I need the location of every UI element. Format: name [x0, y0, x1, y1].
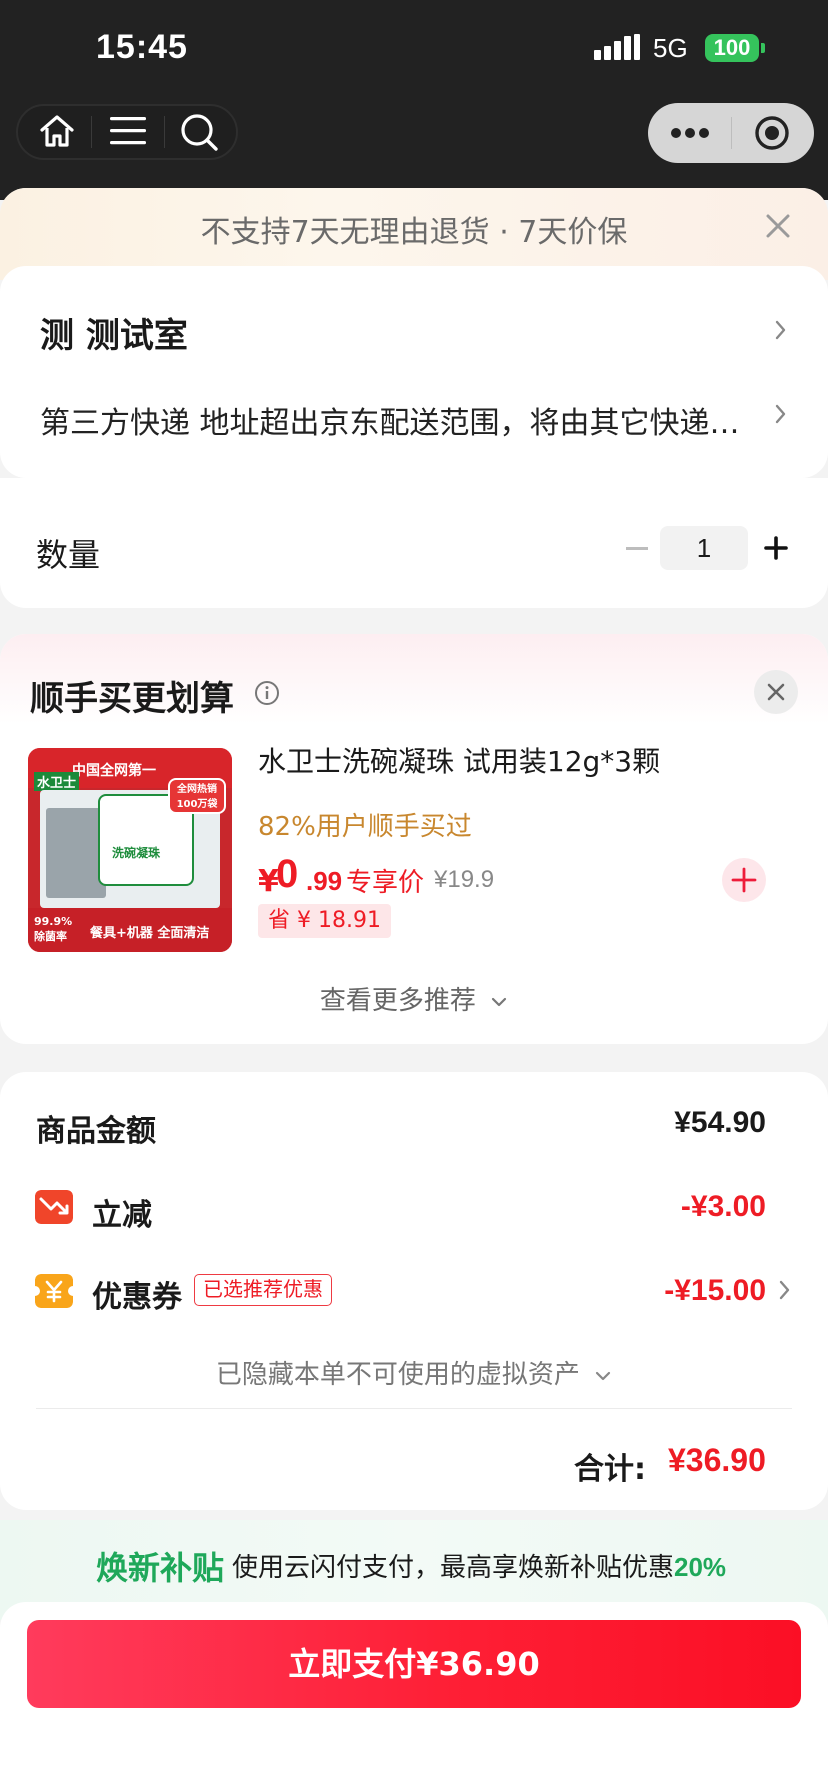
add-product-button[interactable] — [722, 858, 766, 902]
goods-amount: ¥54.90 — [674, 1106, 766, 1139]
capsule-divider — [731, 117, 732, 149]
battery-icon: 100 — [705, 34, 759, 62]
shipping-info[interactable]: 第三方快递 地址超出京东配送范围，将由其它快递配送 — [40, 398, 740, 442]
original-price: ¥19.9 — [434, 866, 495, 893]
nav-divider — [164, 116, 165, 148]
instant-discount-label: 立减 — [92, 1198, 152, 1233]
quantity-input[interactable]: 1 — [660, 526, 748, 570]
image-bottom-text: 餐具+机器 全面清洁 — [90, 926, 210, 941]
store-name: 测 测试室 — [40, 316, 188, 356]
battery-nub — [761, 43, 765, 53]
coupon-recommended-tag: 已选推荐优惠 — [194, 1274, 332, 1306]
price-integer: 0 — [276, 852, 299, 896]
subsidy-description: 使用云闪付支付，最高享焕新补贴优惠20% — [232, 1547, 726, 1584]
image-brand: 水卫士 — [34, 772, 80, 791]
home-icon[interactable] — [38, 112, 76, 150]
total-amount: ¥36.90 — [668, 1442, 766, 1478]
more-recommendations-label: 查看更多推荐 — [319, 986, 476, 1016]
discount-arrow-icon — [35, 1190, 73, 1224]
chevron-right-icon — [775, 404, 786, 424]
address-card[interactable] — [0, 266, 828, 478]
subsidy-percent: 20% — [674, 1552, 727, 1582]
coupon-icon — [35, 1274, 73, 1308]
status-time: 15:45 — [96, 28, 188, 66]
hidden-assets-label: 已隐藏本单不可使用的虚拟资产 — [215, 1360, 580, 1390]
coupon-label[interactable]: 优惠券 — [92, 1272, 182, 1316]
image-left-text: 99.9% 除菌率 — [34, 915, 73, 943]
deal-close-button[interactable] — [754, 670, 798, 714]
network-type: 5G — [653, 33, 688, 63]
nav-divider — [91, 116, 92, 148]
deal-title: 顺手买更划算 — [30, 679, 234, 719]
price-tag: 专享价 — [346, 868, 425, 898]
quantity-label: 数量 — [36, 536, 101, 574]
close-icon[interactable] — [760, 208, 796, 244]
pay-now-button[interactable]: 立即支付¥36.90 — [27, 1620, 801, 1708]
image-top-text: 中国全网第一 — [72, 763, 156, 779]
plus-icon — [731, 867, 757, 893]
image-pack-text: 洗碗凝珠 — [112, 846, 161, 860]
subsidy-title: 焕新补贴 — [96, 1549, 225, 1587]
quantity-increase-button[interactable] — [758, 530, 794, 566]
menu-icon[interactable] — [108, 114, 148, 148]
summary-divider — [36, 1408, 792, 1409]
more-recommendations[interactable]: 查看更多推荐 — [0, 980, 828, 1017]
hidden-assets-toggle[interactable]: 已隐藏本单不可使用的虚拟资产 — [0, 1354, 828, 1391]
signal-icon — [594, 34, 640, 60]
quantity-decrease-button[interactable] — [626, 547, 648, 550]
total-label: 合计: — [574, 1452, 646, 1487]
instant-discount-amount: -¥3.00 — [680, 1190, 766, 1223]
coupon-amount[interactable]: -¥15.00 — [664, 1274, 766, 1308]
close-miniapp-icon[interactable] — [754, 115, 790, 151]
chevron-right-icon[interactable] — [776, 1276, 794, 1304]
subsidy-text: 使用云闪付支付，最高享焕新补贴优惠 — [232, 1553, 675, 1583]
price-decimal: .99 — [306, 866, 343, 896]
return-policy-text: 不支持7天无理由退货 · 7天价保 — [200, 215, 628, 250]
goods-amount-label: 商品金额 — [36, 1114, 156, 1149]
product-buyers: 82%用户顺手买过 — [258, 812, 472, 842]
chevron-down-icon — [596, 1371, 611, 1380]
chevron-right-icon — [775, 320, 786, 340]
info-icon[interactable] — [254, 680, 280, 706]
save-badge: 省 ¥ 18.91 — [258, 904, 391, 938]
product-image[interactable]: 中国全网第一 水卫士 洗碗凝珠 全网热销 100万袋 99.9% 除菌率 餐具+… — [28, 748, 232, 952]
image-badge: 全网热销 100万袋 — [168, 778, 226, 814]
chevron-down-icon — [492, 997, 507, 1006]
search-icon[interactable] — [178, 111, 220, 153]
close-icon — [767, 683, 785, 701]
more-icon[interactable] — [670, 125, 710, 141]
product-name[interactable]: 水卫士洗碗凝珠 试用装12g*3颗 — [258, 740, 660, 780]
image-dishwasher — [46, 808, 106, 898]
